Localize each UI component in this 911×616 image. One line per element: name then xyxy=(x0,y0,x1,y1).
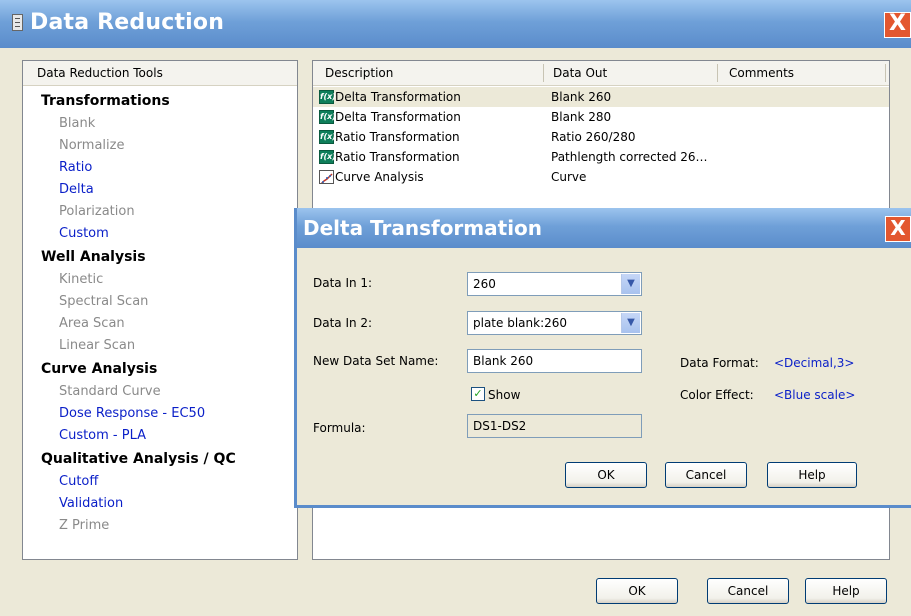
chevron-down-icon[interactable]: ▼ xyxy=(621,274,640,294)
dialog-cancel-button[interactable]: Cancel xyxy=(665,462,747,488)
tools-panel-header-label: Data Reduction Tools xyxy=(37,66,163,80)
new-data-set-name-value: Blank 260 xyxy=(473,354,534,368)
column-header-comments[interactable]: Comments xyxy=(729,66,794,80)
list-row[interactable]: f(x) Delta Transformation Blank 280 xyxy=(313,107,889,127)
fx-transformation-icon: f(x) xyxy=(319,130,336,144)
data-in-1-select[interactable]: 260 ▼ xyxy=(467,272,642,296)
fx-transformation-icon: f(x) xyxy=(319,110,336,124)
tool-item: Z Prime xyxy=(59,518,110,533)
cancel-button[interactable]: Cancel xyxy=(707,578,789,604)
tool-item: Polarization xyxy=(59,204,135,219)
dialog-close-button[interactable]: X xyxy=(885,216,911,242)
column-header-description[interactable]: Description xyxy=(325,66,393,80)
fx-transformation-icon: f(x) xyxy=(319,150,336,164)
curve-analysis-icon xyxy=(319,170,334,184)
tool-item[interactable]: Validation xyxy=(23,493,297,515)
row-data-out: Ratio 260/280 xyxy=(551,130,636,144)
tool-group-heading: Qualitative Analysis / QC xyxy=(41,451,236,467)
data-format-label: Data Format: xyxy=(680,356,759,370)
list-rows: f(x) Delta Transformation Blank 260 f(x) Del… xyxy=(313,87,889,187)
tool-item: Linear Scan xyxy=(59,338,136,353)
delta-transformation-dialog: Delta Transformation X Data In 1: 260 ▼ … xyxy=(294,208,911,508)
data-in-1-label: Data In 1: xyxy=(313,276,373,290)
tool-item[interactable]: Custom xyxy=(23,223,297,245)
tool-item: Spectral Scan xyxy=(59,294,149,309)
tool-item: Standard Curve xyxy=(59,384,161,399)
column-header-data-out[interactable]: Data Out xyxy=(553,66,607,80)
data-reduction-tools-panel: Data Reduction Tools Transformations Blan… xyxy=(22,60,298,560)
tool-item[interactable]: Custom - PLA xyxy=(23,425,297,447)
row-description: Delta Transformation xyxy=(335,90,461,104)
tool-group-heading: Well Analysis xyxy=(41,249,146,265)
row-description: Curve Analysis xyxy=(335,170,424,184)
tools-panel-header: Data Reduction Tools xyxy=(23,61,297,86)
help-button[interactable]: Help xyxy=(805,578,887,604)
color-effect-link[interactable]: <Blue scale> xyxy=(774,388,855,402)
formula-label: Formula: xyxy=(313,421,366,435)
tool-item: Kinetic xyxy=(59,272,104,287)
formula-value: DS1-DS2 xyxy=(473,419,527,433)
calculator-icon xyxy=(12,14,23,31)
dialog-ok-button[interactable]: OK xyxy=(565,462,647,488)
window-title: Data Reduction xyxy=(30,10,225,35)
tool-group-heading: Transformations xyxy=(41,93,170,109)
tools-tree: Transformations Blank Normalize Ratio Delta P… xyxy=(23,89,297,537)
window-close-button[interactable]: X xyxy=(884,12,911,38)
row-description: Ratio Transformation xyxy=(335,150,460,164)
tool-item: Normalize xyxy=(59,138,125,153)
show-checkbox[interactable]: ✓ xyxy=(471,387,485,401)
data-in-2-select[interactable]: plate blank:260 ▼ xyxy=(467,311,642,335)
list-row[interactable]: f(x) Delta Transformation Blank 260 xyxy=(313,87,889,107)
row-data-out: Curve xyxy=(551,170,587,184)
row-description: Delta Transformation xyxy=(335,110,461,124)
dialog-title-bar: Delta Transformation X xyxy=(297,208,911,248)
tool-item: Blank xyxy=(59,116,96,131)
tool-group-heading: Curve Analysis xyxy=(41,361,158,377)
data-in-2-value: plate blank:260 xyxy=(473,316,568,330)
row-data-out: Blank 260 xyxy=(551,90,612,104)
color-effect-label: Color Effect: xyxy=(680,388,754,402)
new-data-set-name-input[interactable]: Blank 260 xyxy=(467,349,642,373)
formula-field: DS1-DS2 xyxy=(467,414,642,438)
data-in-1-value: 260 xyxy=(473,277,496,291)
list-header: Description Data Out Comments xyxy=(313,61,889,86)
data-in-2-label: Data In 2: xyxy=(313,316,373,330)
row-data-out: Pathlength corrected 26… xyxy=(551,150,708,164)
list-row[interactable]: Curve Analysis Curve xyxy=(313,167,889,187)
data-format-link[interactable]: <Decimal,3> xyxy=(774,356,855,370)
window-title-bar: Data Reduction X xyxy=(0,0,911,48)
list-row[interactable]: f(x) Ratio Transformation Pathlength corre… xyxy=(313,147,889,167)
dialog-help-button[interactable]: Help xyxy=(767,462,857,488)
tool-item: Area Scan xyxy=(59,316,125,331)
tool-item[interactable]: Dose Response - EC50 xyxy=(23,403,297,425)
dialog-title: Delta Transformation xyxy=(303,216,543,240)
row-data-out: Blank 280 xyxy=(551,110,612,124)
tool-item[interactable]: Cutoff xyxy=(23,471,297,493)
row-description: Ratio Transformation xyxy=(335,130,460,144)
show-label[interactable]: Show xyxy=(488,388,520,402)
tool-item[interactable]: Delta xyxy=(23,179,297,201)
new-data-set-name-label: New Data Set Name: xyxy=(313,354,439,368)
list-row[interactable]: f(x) Ratio Transformation Ratio 260/280 xyxy=(313,127,889,147)
chevron-down-icon[interactable]: ▼ xyxy=(621,313,640,333)
ok-button[interactable]: OK xyxy=(596,578,678,604)
tool-item[interactable]: Ratio xyxy=(23,157,297,179)
fx-transformation-icon: f(x) xyxy=(319,90,336,104)
